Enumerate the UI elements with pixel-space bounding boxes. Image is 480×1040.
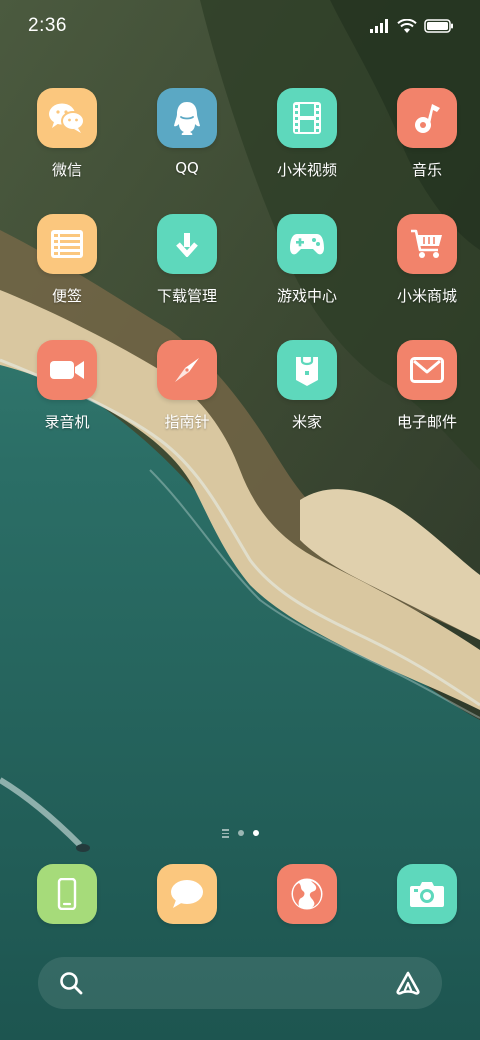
- download-arrow-icon[interactable]: [157, 214, 217, 274]
- app-label: QQ: [175, 159, 199, 177]
- page-dot-active: [252, 830, 259, 837]
- assistant-logo-icon[interactable]: [394, 970, 422, 996]
- status-time: 2:36: [28, 15, 67, 36]
- battery-icon: [424, 19, 454, 33]
- app-download-manager[interactable]: 下载管理: [134, 214, 240, 340]
- wechat-icon[interactable]: [37, 88, 97, 148]
- app-label: 微信: [51, 161, 82, 179]
- search-bar[interactable]: [38, 957, 442, 1009]
- app-label: 游戏中心: [276, 287, 337, 305]
- app-compass[interactable]: 指南针: [134, 340, 240, 466]
- app-label: 便签: [51, 287, 82, 305]
- app-label: 米家: [291, 413, 322, 431]
- compass-icon[interactable]: [157, 340, 217, 400]
- app-notes[interactable]: 便签: [14, 214, 120, 340]
- dock-phone[interactable]: [14, 864, 120, 924]
- app-grid: 微信 QQ 小米视频 音乐 便签 下载管理 游戏中心 小米商城 录音机 指南针 …: [0, 88, 480, 466]
- shopping-cart-icon[interactable]: [397, 214, 457, 274]
- gamepad-icon[interactable]: [277, 214, 337, 274]
- app-qq[interactable]: QQ: [134, 88, 240, 214]
- wifi-icon: [397, 18, 417, 34]
- app-mijia[interactable]: 米家: [254, 340, 360, 466]
- camera-icon[interactable]: [397, 864, 457, 924]
- music-note-icon[interactable]: [397, 88, 457, 148]
- app-label: 录音机: [44, 413, 90, 431]
- message-bubble-icon[interactable]: [157, 864, 217, 924]
- recorder-icon[interactable]: [37, 340, 97, 400]
- app-wechat[interactable]: 微信: [14, 88, 120, 214]
- browser-globe-icon[interactable]: [277, 864, 337, 924]
- cellular-signal-icon: [370, 19, 390, 33]
- app-row: 录音机 指南针 米家 电子邮件: [0, 340, 480, 466]
- dock-camera[interactable]: [374, 864, 480, 924]
- app-label: 下载管理: [156, 287, 217, 305]
- app-row: 微信 QQ 小米视频 音乐: [0, 88, 480, 214]
- page-indicator[interactable]: [0, 829, 480, 838]
- film-icon[interactable]: [277, 88, 337, 148]
- phone-icon[interactable]: [37, 864, 97, 924]
- app-label: 小米视频: [276, 161, 337, 179]
- dock-messages[interactable]: [134, 864, 240, 924]
- mail-envelope-icon[interactable]: [397, 340, 457, 400]
- app-email[interactable]: 电子邮件: [374, 340, 480, 466]
- app-row: 便签 下载管理 游戏中心 小米商城: [0, 214, 480, 340]
- qq-penguin-icon[interactable]: [157, 88, 217, 148]
- mijia-bag-icon[interactable]: [277, 340, 337, 400]
- status-bar: 2:36: [0, 0, 480, 52]
- app-label: 音乐: [411, 161, 442, 179]
- app-recorder[interactable]: 录音机: [14, 340, 120, 466]
- status-icons: [370, 18, 454, 34]
- search-icon[interactable]: [58, 970, 84, 996]
- app-label: 电子邮件: [396, 413, 457, 431]
- app-mi-video[interactable]: 小米视频: [254, 88, 360, 214]
- minus-one-screen-indicator-icon: [221, 829, 229, 838]
- app-music[interactable]: 音乐: [374, 88, 480, 214]
- dock: [0, 864, 480, 924]
- page-dot: [237, 830, 244, 837]
- app-game-center[interactable]: 游戏中心: [254, 214, 360, 340]
- app-label: 小米商城: [396, 287, 457, 305]
- app-mi-store[interactable]: 小米商城: [374, 214, 480, 340]
- notes-list-icon[interactable]: [37, 214, 97, 274]
- app-label: 指南针: [164, 413, 210, 431]
- dock-browser[interactable]: [254, 864, 360, 924]
